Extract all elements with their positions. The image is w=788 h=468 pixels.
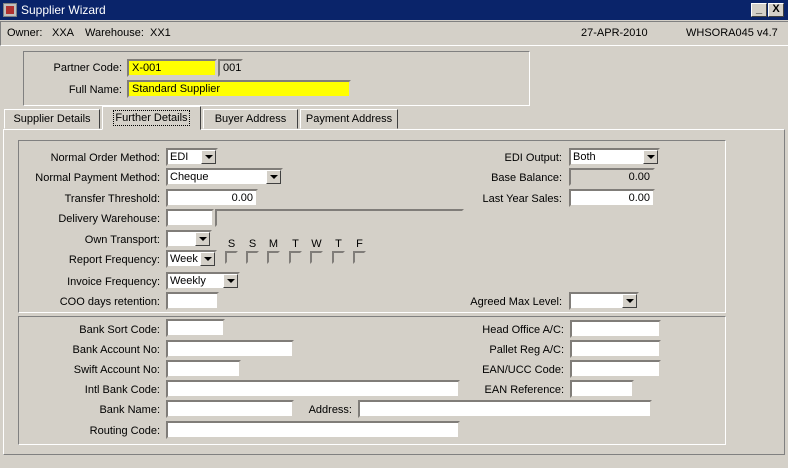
- normal-payment-method-value: Cheque: [170, 171, 209, 183]
- day-label: S: [248, 238, 257, 250]
- day-label: S: [227, 238, 236, 250]
- chevron-down-icon[interactable]: [223, 274, 238, 288]
- window-title: Supplier Wizard: [21, 3, 106, 17]
- tab-payment-address-label: Payment Address: [305, 113, 393, 125]
- routing-code-label: Routing Code:: [89, 425, 160, 437]
- coo-days-retention-label: COO days retention:: [59, 296, 160, 308]
- agreed-max-level-label: Agreed Max Level:: [470, 296, 562, 308]
- day-checkbox[interactable]: [310, 251, 323, 264]
- day-label: T: [335, 238, 342, 250]
- bank-name-label: Bank Name:: [99, 404, 160, 416]
- warehouse-label: Warehouse:: [85, 27, 144, 39]
- day-checkbox[interactable]: [353, 251, 366, 264]
- tab-supplier-details[interactable]: Supplier Details: [4, 109, 100, 129]
- ean-ucc-code-field[interactable]: [570, 360, 661, 378]
- full-name-label: Full Name:: [68, 84, 122, 96]
- tab-further-details-label: Further Details: [113, 110, 190, 126]
- last-year-sales-label: Last Year Sales:: [482, 193, 562, 205]
- own-transport-label: Own Transport:: [84, 234, 160, 246]
- head-office-ac-label: Head Office A/C:: [482, 324, 564, 336]
- date-display: 27-APR-2010: [581, 27, 648, 39]
- normal-order-method-label: Normal Order Method:: [50, 152, 160, 164]
- invoice-frequency-value: Weekly: [170, 275, 206, 287]
- delivery-warehouse-field[interactable]: [166, 209, 214, 227]
- bank-sort-code-field[interactable]: [166, 319, 225, 337]
- warehouse-value: XX1: [150, 27, 171, 39]
- normal-order-method-value: EDI: [170, 151, 189, 163]
- app-icon[interactable]: [3, 3, 17, 17]
- minimize-button[interactable]: _: [751, 3, 767, 17]
- report-frequency-label: Report Frequency:: [68, 254, 160, 266]
- bank-sort-code-label: Bank Sort Code:: [79, 324, 160, 336]
- edi-output-select[interactable]: Both: [569, 148, 660, 166]
- invoice-frequency-select[interactable]: Weekly: [166, 272, 240, 290]
- swift-account-no-field[interactable]: [166, 360, 241, 378]
- chevron-down-icon[interactable]: [643, 150, 658, 164]
- routing-code-field[interactable]: [166, 421, 460, 439]
- tab-buyer-address[interactable]: Buyer Address: [203, 109, 298, 129]
- day-label: M: [268, 238, 279, 250]
- report-frequency-value: Week: [170, 253, 198, 265]
- normal-payment-method-label: Normal Payment Method:: [35, 172, 160, 184]
- report-frequency-select[interactable]: Week: [166, 250, 217, 268]
- pallet-reg-ac-field[interactable]: [570, 340, 661, 358]
- chevron-down-icon[interactable]: [195, 232, 210, 246]
- tab-payment-address[interactable]: Payment Address: [300, 109, 398, 129]
- owner-value: XXA: [52, 27, 75, 39]
- day-checkbox[interactable]: [225, 251, 238, 264]
- intl-bank-code-field[interactable]: [166, 380, 460, 398]
- address-field[interactable]: [358, 400, 652, 418]
- normal-payment-method-select[interactable]: Cheque: [166, 168, 283, 186]
- last-year-sales-field[interactable]: 0.00: [569, 189, 655, 207]
- app-id: WHSORA045: [686, 27, 754, 39]
- title-bar: Supplier Wizard _ X: [0, 0, 788, 20]
- transfer-threshold-field[interactable]: 0.00: [166, 189, 258, 207]
- day-checkbox[interactable]: [267, 251, 280, 264]
- base-balance-field: 0.00: [569, 168, 655, 186]
- full-name-field[interactable]: Standard Supplier: [127, 80, 351, 98]
- edi-output-value: Both: [573, 151, 596, 163]
- day-checkbox[interactable]: [289, 251, 302, 264]
- ean-reference-label: EAN Reference:: [484, 384, 564, 396]
- intl-bank-code-label: Intl Bank Code:: [84, 384, 160, 396]
- day-checkbox[interactable]: [332, 251, 345, 264]
- day-label: W: [311, 238, 322, 250]
- address-label: Address:: [308, 404, 352, 416]
- head-office-ac-field[interactable]: [570, 320, 661, 338]
- delivery-warehouse-label: Delivery Warehouse:: [58, 213, 160, 225]
- edi-output-label: EDI Output:: [504, 152, 562, 164]
- pallet-reg-ac-label: Pallet Reg A/C:: [489, 344, 564, 356]
- delivery-warehouse-desc: [215, 209, 464, 227]
- partner-code-label: Partner Code:: [53, 62, 122, 74]
- transfer-threshold-label: Transfer Threshold:: [64, 193, 160, 205]
- close-button[interactable]: X: [768, 3, 784, 17]
- chevron-down-icon[interactable]: [266, 170, 281, 184]
- agreed-max-level-select[interactable]: [569, 292, 639, 310]
- coo-days-retention-field[interactable]: [166, 292, 219, 310]
- bank-name-field[interactable]: [166, 400, 294, 418]
- day-checkbox[interactable]: [246, 251, 259, 264]
- bank-account-no-label: Bank Account No:: [72, 344, 160, 356]
- normal-order-method-select[interactable]: EDI: [166, 148, 218, 166]
- day-label: T: [292, 238, 299, 250]
- chevron-down-icon[interactable]: [200, 252, 215, 266]
- partner-code-suffix: 001: [218, 59, 243, 77]
- base-balance-label: Base Balance:: [491, 172, 562, 184]
- bank-account-no-field[interactable]: [166, 340, 294, 358]
- own-transport-select[interactable]: [166, 230, 212, 248]
- tab-buyer-address-label: Buyer Address: [214, 113, 287, 125]
- ean-reference-field[interactable]: [570, 380, 634, 398]
- tab-further-details[interactable]: Further Details: [102, 106, 201, 130]
- invoice-frequency-label: Invoice Frequency:: [67, 276, 160, 288]
- ean-ucc-code-label: EAN/UCC Code:: [482, 364, 564, 376]
- day-label: F: [356, 238, 363, 250]
- tab-supplier-details-label: Supplier Details: [13, 113, 91, 125]
- swift-account-no-label: Swift Account No:: [73, 364, 160, 376]
- version: v4.7: [757, 27, 778, 39]
- owner-label: Owner:: [7, 27, 43, 39]
- chevron-down-icon[interactable]: [622, 294, 637, 308]
- chevron-down-icon[interactable]: [201, 150, 216, 164]
- info-bar: Owner: XXA Warehouse: XX1 27-APR-2010 WH…: [0, 21, 788, 46]
- partner-code-field[interactable]: X-001: [127, 59, 217, 77]
